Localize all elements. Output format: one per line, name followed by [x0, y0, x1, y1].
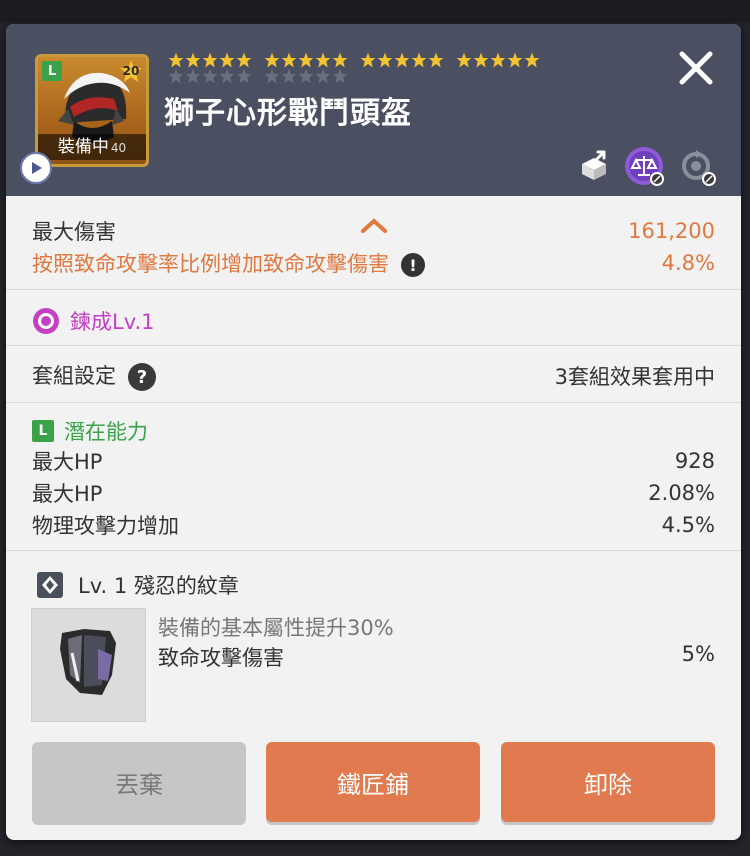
help-icon[interactable]: ?: [128, 363, 156, 391]
stat-label: 最大傷害: [32, 220, 116, 244]
star-empty-icon: [332, 68, 348, 84]
star-filled-icon: [315, 52, 331, 68]
star-filled-icon: [428, 52, 444, 68]
star-group: [456, 52, 540, 68]
star-empty-icon: [202, 68, 218, 84]
star-empty-icon: [236, 68, 252, 84]
item-icon[interactable]: L 20 裝備中 40: [35, 54, 149, 167]
star-filled-icon: [168, 52, 184, 68]
potential-line: 最大HP 928: [32, 449, 715, 474]
set-label: 套組設定: [32, 364, 116, 388]
star-empty-icon: [168, 68, 184, 84]
star-group: [360, 52, 444, 68]
item-header: L 20 裝備中 40 獅子心形戰鬥頭盔: [6, 24, 741, 196]
emblem-diamond-icon: [37, 572, 63, 598]
star-force-row-bottom: [168, 68, 348, 84]
unequip-button[interactable]: 卸除: [501, 742, 715, 822]
item-name: 獅子心形戰鬥頭盔: [164, 96, 412, 131]
equipped-label: 裝備中 40: [38, 134, 146, 160]
stat-value: 161,200: [628, 219, 715, 243]
refine-icon: [33, 308, 59, 334]
star-group: [168, 52, 252, 68]
share-icon[interactable]: [574, 146, 614, 186]
background-bar: [0, 0, 750, 22]
close-icon[interactable]: [674, 46, 718, 90]
star-filled-icon: [524, 52, 540, 68]
star-filled-icon: [473, 52, 489, 68]
star-group: [264, 68, 348, 84]
set-section: 套組設定? 3套組效果套用中: [6, 346, 741, 403]
star-filled-icon: [332, 52, 348, 68]
star-filled-icon: [185, 52, 201, 68]
play-icon: [32, 162, 42, 174]
star-group: [264, 52, 348, 68]
star-filled-icon: [507, 52, 523, 68]
claw-emblem-icon: [60, 629, 116, 695]
potential-line: 物理攻擊力增加 4.5%: [32, 513, 715, 538]
star-empty-icon: [298, 68, 314, 84]
star-empty-icon: [185, 68, 201, 84]
play-button[interactable]: [20, 152, 52, 184]
star-empty-icon: [219, 68, 235, 84]
star-filled-icon: [411, 52, 427, 68]
star-filled-icon: [264, 52, 280, 68]
emblem-title: Lv. 1 殘忍的紋章: [36, 570, 239, 600]
star-filled-icon: [490, 52, 506, 68]
balance-scale-icon[interactable]: [624, 146, 664, 186]
blacksmith-button[interactable]: 鐵匠鋪: [266, 742, 480, 822]
potential-line: 最大HP 2.08%: [32, 481, 715, 506]
potential-tier-badge: L: [32, 420, 54, 442]
star-filled-icon: [360, 52, 376, 68]
stat-label: 按照致命攻擊率比例增加致命攻擊傷害!: [32, 248, 425, 278]
emblem-stat-row: 致命攻擊傷害 5%: [158, 642, 715, 670]
refine-row: 鍊成Lv.1: [32, 306, 155, 336]
star-empty-icon: [281, 68, 297, 84]
star-empty-icon: [264, 68, 280, 84]
main-stats-section: 最大傷害 161,200 按照致命攻擊率比例增加致命攻擊傷害! 4.8%: [6, 196, 741, 290]
star-filled-icon: [281, 52, 297, 68]
emblem-description: 裝備的基本屬性提升30%: [158, 616, 394, 640]
star-filled-icon: [456, 52, 472, 68]
chevron-up-icon[interactable]: [360, 218, 388, 234]
stat-row: 按照致命攻擊率比例增加致命攻擊傷害! 4.8%: [32, 248, 715, 278]
stat-value: 4.8%: [661, 251, 715, 275]
star-filled-icon: [394, 52, 410, 68]
star-filled-icon: [377, 52, 393, 68]
star-empty-icon: [315, 68, 331, 84]
potential-title: L 潛在能力: [32, 416, 148, 446]
cycle-disabled-icon[interactable]: [676, 146, 716, 186]
info-icon[interactable]: !: [401, 253, 425, 277]
set-value: 3套組效果套用中: [554, 364, 715, 389]
star-force-badge: 20: [118, 59, 144, 83]
discard-button[interactable]: 丟棄: [32, 742, 246, 822]
star-force-row-top: [168, 52, 540, 68]
star-filled-icon: [298, 52, 314, 68]
star-group: [168, 68, 252, 84]
emblem-image[interactable]: [31, 608, 146, 722]
star-filled-icon: [219, 52, 235, 68]
star-filled-icon: [236, 52, 252, 68]
star-filled-icon: [202, 52, 218, 68]
set-row: 套組設定? 3套組效果套用中: [32, 360, 715, 391]
tier-badge: L: [42, 61, 62, 81]
item-detail-dialog: L 20 裝備中 40 獅子心形戰鬥頭盔 最大傷害 161,200 按照致命攻擊…: [6, 24, 741, 840]
